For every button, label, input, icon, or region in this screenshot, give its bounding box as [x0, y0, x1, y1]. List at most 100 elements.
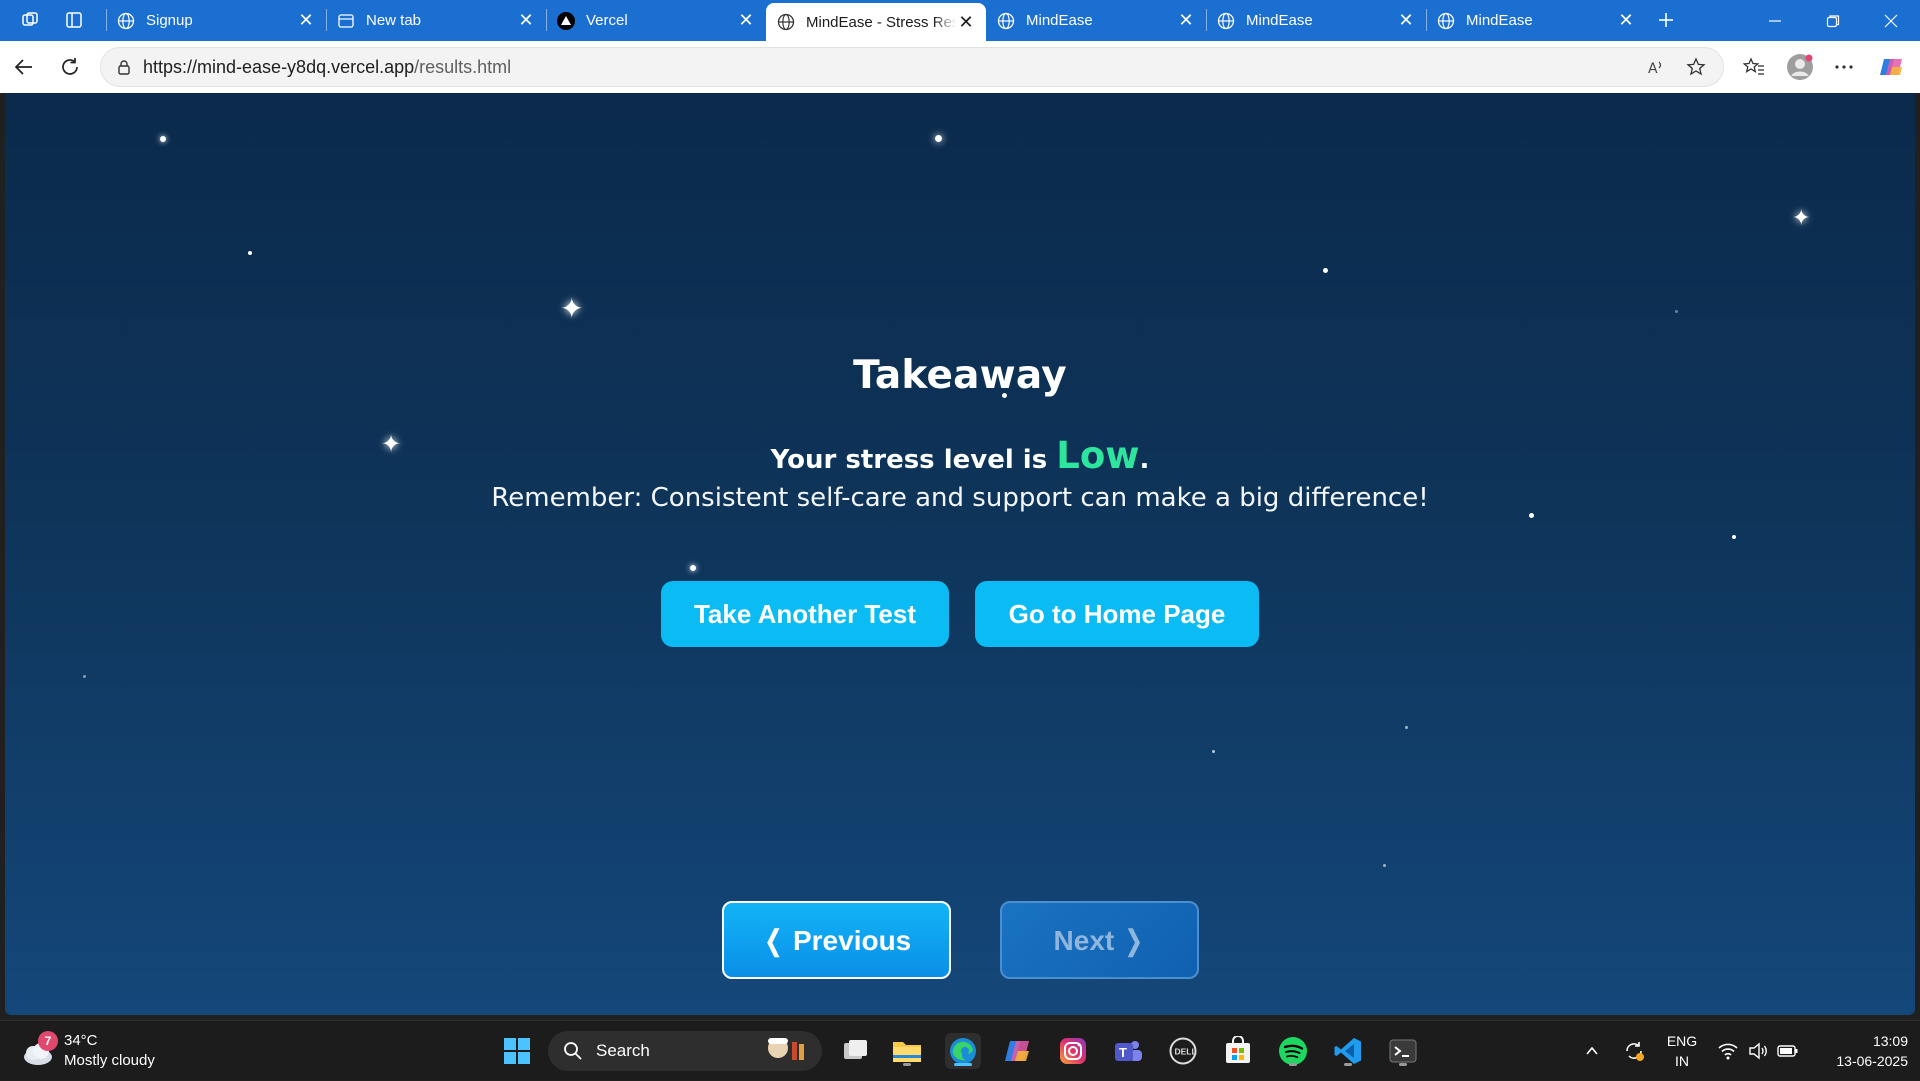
microsoft-store-icon[interactable] [1220, 1033, 1256, 1069]
new-tab-button[interactable] [1654, 8, 1678, 32]
vscode-icon[interactable] [1330, 1033, 1366, 1069]
tab-title: New tab [366, 12, 422, 29]
weather-badge: 7 [38, 1031, 58, 1051]
tab-title: Signup [146, 12, 193, 29]
clock-time: 13:09 [1872, 1033, 1908, 1049]
page-viewport: ✦ ✦ ✦ Takeaway Your stress level is Low.… [5, 93, 1915, 1015]
globe-icon [776, 12, 796, 32]
star-decoration [248, 251, 252, 255]
star-decoration [83, 675, 86, 678]
favorite-star-icon[interactable] [1683, 54, 1709, 80]
lock-icon[interactable] [115, 58, 133, 76]
tab-title: MindEase [1246, 12, 1313, 29]
tab-vercel[interactable]: Vercel ✕ [546, 0, 766, 41]
stress-level-value: Low [1056, 434, 1140, 477]
close-icon[interactable]: ✕ [1616, 10, 1636, 31]
pagination: ❬ Previous Next ❭ [5, 901, 1915, 981]
battery-icon[interactable] [1774, 1021, 1802, 1081]
result-actions: Take Another Test Go to Home Page [5, 581, 1915, 647]
sync-icon[interactable] [1620, 1021, 1648, 1081]
svg-text:A: A [1648, 61, 1658, 77]
close-icon[interactable]: ✕ [1176, 10, 1196, 31]
svg-text:T: T [1119, 1045, 1127, 1060]
tab-signup[interactable]: Signup ✕ [106, 0, 326, 41]
back-button[interactable] [10, 53, 38, 81]
chevron-up-icon[interactable] [1580, 1021, 1604, 1081]
clock[interactable]: 13:09 13-06-2025 [1808, 1021, 1908, 1081]
minimize-button[interactable] [1746, 0, 1804, 41]
tab-title: Vercel [586, 12, 628, 29]
star-decoration [1405, 726, 1408, 729]
weather-widget[interactable]: 7 34°C Mostly cloudy [20, 1029, 180, 1073]
tab-new-tab[interactable]: New tab ✕ [326, 0, 546, 41]
go-home-button[interactable]: Go to Home Page [975, 581, 1259, 647]
close-icon[interactable]: ✕ [296, 10, 316, 31]
dell-icon[interactable]: DELL [1165, 1033, 1201, 1069]
globe-icon [1436, 11, 1456, 31]
instagram-icon[interactable] [1055, 1033, 1091, 1069]
close-icon[interactable]: ✕ [1396, 10, 1416, 31]
task-view-icon[interactable] [837, 1033, 873, 1069]
globe-icon [996, 11, 1016, 31]
workspaces-icon[interactable] [18, 8, 42, 32]
tab-actions-icon[interactable] [62, 8, 86, 32]
address-bar[interactable]: https://mind-ease-y8dq.vercel.app/result… [100, 47, 1724, 87]
more-options-icon[interactable] [1830, 53, 1858, 81]
reminder-text: Remember: Consistent self-care and suppo… [491, 483, 1429, 513]
sparkle-decoration: ✦ [560, 293, 584, 324]
start-icon[interactable] [499, 1033, 535, 1069]
search-highlight-icon [762, 1034, 808, 1069]
refresh-button[interactable] [56, 53, 84, 81]
weather-temp: 34°C [64, 1032, 98, 1049]
tab-mindease[interactable]: MindEase ✕ [986, 0, 1206, 41]
edge-icon[interactable] [945, 1033, 981, 1069]
search-icon [562, 1040, 584, 1062]
file-explorer-icon[interactable] [889, 1033, 925, 1069]
taskbar-search[interactable]: Search [548, 1031, 822, 1071]
take-another-test-button[interactable]: Take Another Test [661, 581, 949, 647]
globe-icon [1216, 11, 1236, 31]
search-label: Search [596, 1041, 650, 1060]
volume-icon[interactable] [1744, 1021, 1772, 1081]
url-text[interactable]: https://mind-ease-y8dq.vercel.app/result… [143, 57, 1629, 78]
star-decoration [160, 136, 166, 142]
profile-avatar[interactable] [1786, 53, 1814, 81]
star-decoration [935, 135, 942, 142]
results-panel: Takeaway Your stress level is Low. Remem… [5, 353, 1915, 647]
close-icon[interactable]: ✕ [956, 12, 976, 32]
tab-title: MindEase [1026, 12, 1093, 29]
previous-button[interactable]: ❬ Previous [722, 901, 951, 979]
weather-condition: Mostly cloudy [64, 1052, 155, 1069]
tab-mindease-results[interactable]: MindEase - Stress Res ✕ [766, 3, 986, 41]
page-title: Takeaway [853, 353, 1067, 398]
terminal-icon[interactable] [1385, 1033, 1421, 1069]
browser-toolbar: https://mind-ease-y8dq.vercel.app/result… [0, 41, 1920, 93]
tab-title: MindEase - Stress Res [806, 13, 956, 31]
close-icon[interactable]: ✕ [516, 10, 536, 31]
tab-title: MindEase [1466, 12, 1533, 29]
tab-mindease[interactable]: MindEase ✕ [1206, 0, 1426, 41]
globe-icon [116, 11, 136, 31]
cloud-icon: 7 [20, 1031, 58, 1069]
window-close-button[interactable] [1862, 0, 1920, 41]
next-button[interactable]: Next ❭ [1000, 901, 1199, 979]
taskbar: 7 34°C Mostly cloudy Search T DELL ENG I… [0, 1020, 1920, 1080]
newtab-icon [336, 11, 356, 31]
star-decoration [1675, 310, 1678, 313]
copilot-icon[interactable] [1878, 53, 1906, 81]
svg-text:DELL: DELL [1175, 1047, 1197, 1057]
copilot-app-icon[interactable] [1000, 1033, 1036, 1069]
language-indicator[interactable]: ENG IN [1662, 1021, 1702, 1081]
stress-result: Your stress level is Low. [770, 434, 1150, 477]
teams-icon[interactable]: T [1110, 1033, 1146, 1069]
clock-date: 13-06-2025 [1836, 1053, 1908, 1069]
spotify-icon[interactable] [1275, 1033, 1311, 1069]
tab-strip: Signup ✕ New tab ✕ Vercel ✕ MindEase - S… [0, 0, 1920, 41]
close-icon[interactable]: ✕ [736, 10, 756, 31]
tab-mindease[interactable]: MindEase ✕ [1426, 0, 1646, 41]
wifi-icon[interactable] [1714, 1021, 1742, 1081]
restore-button[interactable] [1804, 0, 1862, 41]
favorites-icon[interactable] [1740, 53, 1768, 81]
star-decoration [1212, 750, 1215, 753]
read-aloud-icon[interactable]: A [1643, 54, 1669, 80]
